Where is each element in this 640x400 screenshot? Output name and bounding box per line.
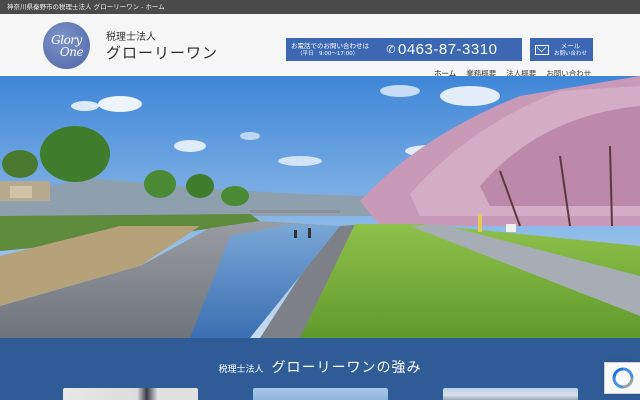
phone-icon: ✆	[386, 43, 396, 56]
phone-contact-button[interactable]: お電話でのお問い合わせは （平日 9:00～17:00） ✆ 0463-87-3…	[286, 38, 522, 61]
mail-text: メール お問い合わせ	[554, 42, 587, 58]
logo[interactable]: Glory One	[43, 22, 90, 69]
mail-label: メール	[560, 41, 581, 50]
hero-riverside-photo	[0, 76, 640, 338]
mail-contact-button[interactable]: メール お問い合わせ	[530, 38, 593, 61]
phone-label: お電話でのお問い合わせは （平日 9:00～17:00）	[286, 42, 384, 58]
strengths-heading-prefix: 税理士法人	[218, 365, 264, 375]
logo-text-line-2: One	[59, 44, 84, 59]
phone-number: 0463-87-3310	[398, 41, 498, 58]
phone-label-text: お電話でのお問い合わせは	[291, 41, 369, 50]
strength-card-3-image[interactable]	[443, 388, 578, 400]
logo-text-line-1: Glory	[51, 32, 82, 47]
mail-icon	[535, 44, 549, 55]
corp-type-label: 税理士法人	[106, 32, 156, 43]
site-description-bar: 神奈川県秦野市の税理士法人 グローリーワン - ホーム	[0, 0, 640, 14]
logo-text: Glory One	[50, 34, 83, 58]
strength-card-2-image[interactable]	[253, 388, 388, 400]
recaptcha-badge[interactable]	[604, 362, 640, 394]
phone-hours: （平日 9:00～17:00）	[297, 50, 359, 57]
mail-sub-label: お問い合わせ	[554, 50, 588, 57]
strengths-heading: 税理士法人 グローリーワンの強み	[0, 357, 640, 377]
site-header: Glory One 税理士法人 グローリーワン お電話でのお問い合わせは （平日…	[0, 14, 640, 78]
recaptcha-icon	[612, 367, 633, 389]
strengths-heading-title: グローリーワンの強み	[271, 360, 422, 376]
strength-card-1-image[interactable]	[63, 388, 198, 400]
corp-name[interactable]: グローリーワン	[106, 42, 218, 63]
hero-image	[0, 76, 640, 338]
